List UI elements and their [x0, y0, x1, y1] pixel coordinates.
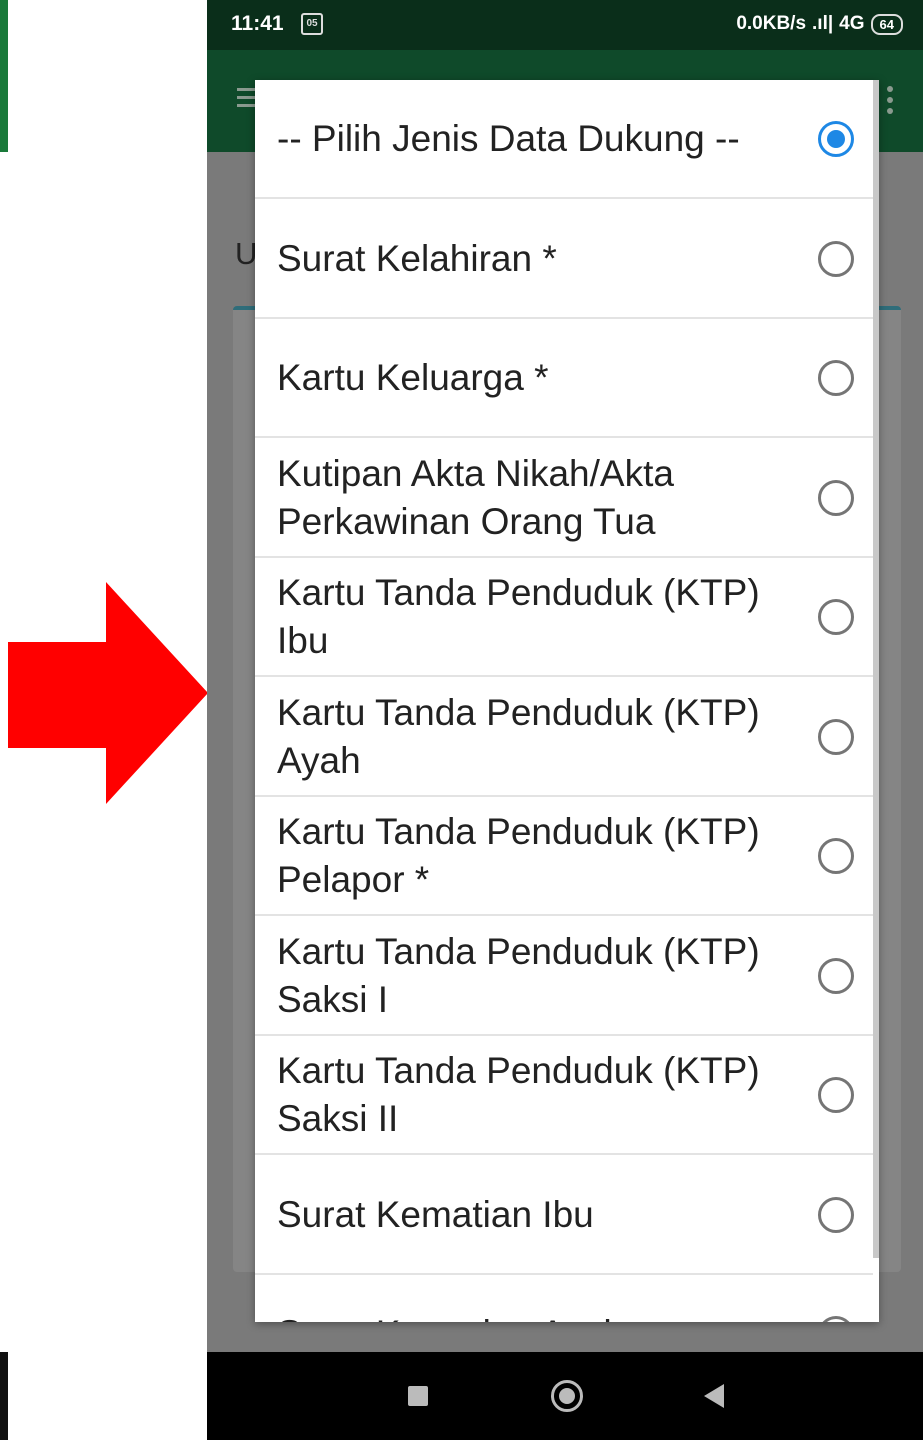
- network-speed: 0.0KB/s: [736, 13, 807, 34]
- option-label: Kartu Tanda Penduduk (KTP) Ibu: [277, 571, 760, 661]
- left-green-edge: [0, 0, 8, 152]
- radio-button-icon[interactable]: [818, 479, 854, 516]
- nav-back-icon[interactable]: [704, 1384, 724, 1408]
- radio-button-icon[interactable]: [818, 240, 854, 277]
- option-label: Surat Kematian Ayah: [277, 1310, 799, 1323]
- option-item[interactable]: Kartu Keluarga *: [255, 319, 873, 438]
- radio-button-icon[interactable]: [818, 120, 854, 157]
- signal-type: 4G: [839, 13, 865, 34]
- status-time: 11:41: [231, 12, 284, 35]
- scrollbar[interactable]: [873, 80, 879, 1258]
- radio-button-icon[interactable]: [818, 1196, 854, 1233]
- left-margin: [0, 0, 208, 1440]
- option-item[interactable]: Surat Kelahiran *: [255, 200, 873, 319]
- notification-icon: 05: [301, 13, 323, 35]
- option-label: Kutipan Akta Nikah/Akta Perkawinan Orang…: [277, 452, 674, 542]
- annotation-arrow: [8, 582, 208, 804]
- option-label: Kartu Tanda Penduduk (KTP) Saksi II: [277, 1049, 760, 1139]
- option-label: -- Pilih Jenis Data Dukung --: [277, 117, 740, 159]
- phone-screen: 11:41 05 0.0KB/s .ıl| 4G 64 U -- Pilih J…: [207, 0, 923, 1440]
- status-indicators: 0.0KB/s .ıl| 4G 64: [736, 13, 903, 35]
- radio-button-icon[interactable]: [818, 837, 854, 874]
- more-vert-icon[interactable]: [887, 86, 893, 116]
- option-label: Surat Kelahiran *: [277, 237, 557, 279]
- option-item[interactable]: Kartu Tanda Penduduk (KTP) Saksi II: [255, 1036, 873, 1155]
- option-label: Kartu Tanda Penduduk (KTP) Pelapor *: [277, 810, 760, 900]
- radio-button-icon[interactable]: [818, 718, 854, 755]
- option-item[interactable]: Kartu Tanda Penduduk (KTP) Ibu: [255, 558, 873, 677]
- battery-icon: 64: [870, 13, 903, 35]
- signal-icon: .ıl|: [812, 13, 834, 34]
- option-item[interactable]: Surat Kematian Ibu: [255, 1156, 873, 1275]
- option-item[interactable]: Surat Kematian Ayah: [255, 1275, 873, 1322]
- radio-button-icon[interactable]: [818, 1315, 854, 1322]
- option-item[interactable]: Kartu Tanda Penduduk (KTP) Pelapor *: [255, 797, 873, 916]
- option-item[interactable]: Kutipan Akta Nikah/Akta Perkawinan Orang…: [255, 439, 873, 558]
- option-label: Kartu Tanda Penduduk (KTP) Ayah: [277, 691, 760, 781]
- option-label: Surat Kematian Ibu: [277, 1193, 594, 1235]
- option-item[interactable]: Kartu Tanda Penduduk (KTP) Ayah: [255, 678, 873, 797]
- radio-button-icon[interactable]: [818, 359, 854, 396]
- radio-button-icon[interactable]: [818, 1076, 854, 1113]
- option-label: Kartu Tanda Penduduk (KTP) Saksi I: [277, 930, 760, 1020]
- nav-recents-icon[interactable]: [408, 1386, 428, 1406]
- option-item[interactable]: -- Pilih Jenis Data Dukung --: [255, 80, 873, 199]
- option-item[interactable]: Kartu Tanda Penduduk (KTP) Saksi I: [255, 917, 873, 1036]
- radio-button-icon[interactable]: [818, 957, 854, 994]
- navigation-bar: [207, 1352, 923, 1440]
- radio-button-icon[interactable]: [818, 598, 854, 635]
- left-black-edge: [0, 1352, 8, 1440]
- option-label: Kartu Keluarga *: [277, 356, 549, 398]
- selection-dialog: -- Pilih Jenis Data Dukung -- Surat Kelah…: [255, 80, 879, 1322]
- nav-home-icon[interactable]: [551, 1380, 583, 1412]
- status-bar: 11:41 05 0.0KB/s .ıl| 4G 64: [207, 0, 923, 50]
